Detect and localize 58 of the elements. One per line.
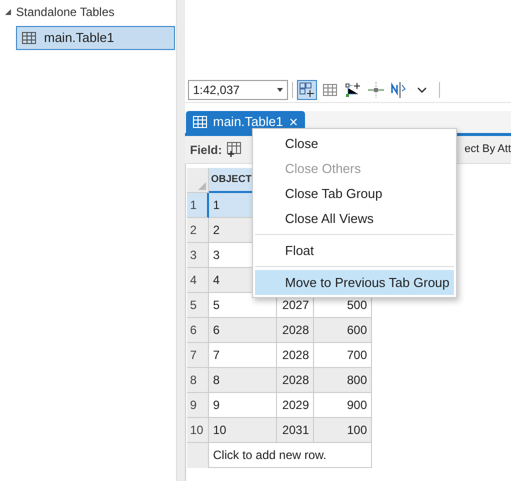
menu-item[interactable]: Move to Previous Tab Group [255,270,454,295]
table-cell-text: 5 [213,297,220,314]
table-cell-text: 3 [213,247,220,264]
sidebar-item[interactable]: main.Table1 [16,26,175,50]
select-by-attributes-button[interactable]: ect By Att [464,141,511,158]
table-cell-text: 2027 [282,297,309,314]
table-cell-text: 9 [213,397,220,414]
table-cell-text: 100 [346,422,367,439]
corner-icon [198,182,206,190]
menu-item[interactable]: Float [255,238,454,263]
row-number[interactable]: 6 [187,318,209,343]
guide-tool[interactable] [366,80,386,100]
row-number[interactable]: 5 [187,293,209,318]
menu-item[interactable]: Close [255,131,454,156]
table-cell-text: 500 [346,297,367,314]
table-cell-text: 800 [346,372,367,389]
table-cell-text: 6 [213,322,220,339]
table-cell-text: 7 [213,347,220,364]
table-cell-text: 2031 [282,422,309,439]
table-cell-text: 1 [213,197,220,214]
chevron-down-icon [417,86,427,92]
select-tool[interactable] [297,80,317,100]
table-cell-text: 700 [346,347,367,364]
grid-plus-icon [299,82,315,98]
snap-icon [345,82,361,98]
table-cell-text: 2028 [282,372,309,389]
north-arrow-icon [390,80,408,98]
table-cell-text: 900 [346,397,367,414]
field-label: Field: [190,142,222,158]
add-row-hint[interactable]: Click to add new row. [213,446,326,464]
row-number[interactable]: 9 [187,393,209,418]
grid-icon [323,84,337,96]
table-cell-text: 2029 [282,397,309,414]
table-cell-text: 600 [346,322,367,339]
table-icon [22,32,36,44]
table-tab[interactable]: main.Table1 × [186,111,305,133]
table-cell-text: 8 [213,372,220,389]
expander-icon[interactable] [4,8,12,16]
row-number[interactable]: 4 [187,268,209,293]
row-number[interactable]: 10 [187,418,209,443]
close-icon[interactable]: × [289,114,298,130]
table-cell-text: 2 [213,222,220,239]
row-number[interactable]: 8 [187,368,209,393]
menu-item[interactable]: Close All Views [255,206,454,231]
dropdown-icon [277,88,283,92]
row-number[interactable]: 1 [187,193,209,218]
add-field-icon[interactable] [227,142,243,157]
row-number[interactable]: 7 [187,343,209,368]
row-number[interactable]: 3 [187,243,209,268]
table-cell-text: 10 [213,422,226,439]
table-cell-text: 4 [213,272,220,289]
table-cell-text: 2028 [282,347,309,364]
crosshair-icon [368,82,384,98]
scale-combo[interactable]: 1:42,037 [188,80,288,100]
table-cell-text: 2028 [282,322,309,339]
row-number[interactable]: 2 [187,218,209,243]
table-icon [193,116,207,128]
group-label: Standalone Tables [16,4,115,21]
